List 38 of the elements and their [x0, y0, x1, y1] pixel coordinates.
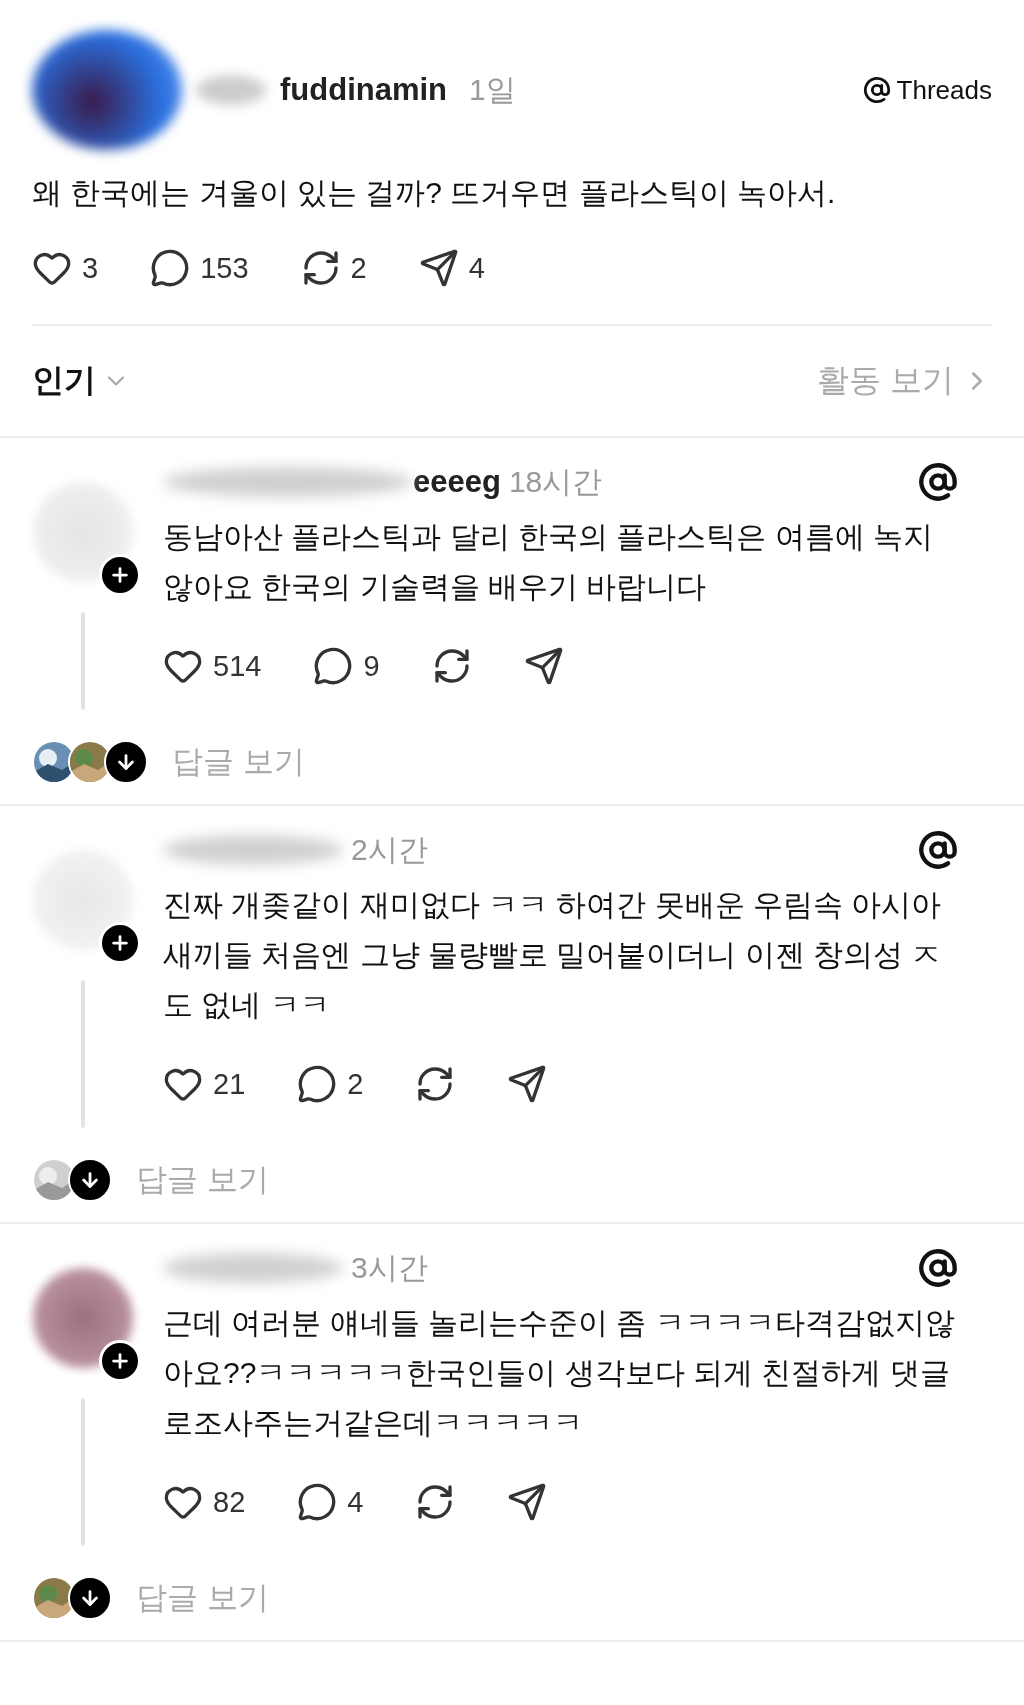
comment-text: 근데 여러분 얘네들 놀리는수준이 좀 ㅋㅋㅋㅋ타격감없지않아요??ㅋㅋㅋㅋㅋ한국인들이 생각보다 되게 친절하게 댓글로조사주는거같은데ㅋㅋㅋㅋㅋ: [163, 1305, 956, 1441]
speech-bubble-icon: [313, 646, 354, 686]
like-button[interactable]: 514: [163, 646, 262, 686]
threads-link[interactable]: Threads: [862, 74, 992, 106]
reply-button[interactable]: 2: [297, 1064, 364, 1104]
share-button[interactable]: [507, 1064, 548, 1104]
speech-bubble-icon: [297, 1064, 338, 1104]
threads-logo-icon: [918, 462, 958, 502]
paper-plane-icon: [507, 1482, 548, 1522]
redaction-blur: [196, 75, 266, 105]
speech-bubble-icon: [297, 1482, 338, 1522]
like-button[interactable]: 3: [32, 248, 99, 288]
reply-button[interactable]: 4: [297, 1482, 364, 1522]
sort-dropdown[interactable]: 인기: [32, 359, 130, 403]
paper-plane-icon: [418, 248, 459, 288]
reply-button[interactable]: 153: [150, 248, 249, 288]
post-time: 1일: [469, 71, 516, 108]
reply-button[interactable]: 9: [313, 646, 380, 686]
username[interactable]: eeeeg: [413, 464, 501, 500]
comment-text: 동남아산 플라스틱과 달리 한국의 플라스틱은 여름에 녹지 않아요 한국의 기술력을 배우기 바랍니다: [163, 519, 934, 605]
threads-logo-icon: [862, 76, 891, 104]
comment-text: 진짜 개좆같이 재미없다 ㅋㅋ 하여간 못배운 우림속 아시아 새끼들 처음엔 그냥 물량빨로 밀어붙이더니 이젠 창의성 ㅈ도 없네 ㅋㅋ: [163, 887, 943, 1023]
threads-logo-icon: [918, 830, 958, 870]
share-button[interactable]: [507, 1482, 548, 1522]
paper-plane-icon: [507, 1064, 548, 1104]
share-button[interactable]: [523, 646, 564, 686]
comment-time: 18시간: [508, 463, 603, 500]
comment-time: 3시간: [351, 1249, 428, 1286]
share-button[interactable]: 4: [418, 248, 485, 288]
threads-logo-icon: [918, 1248, 958, 1288]
post-text: 왜 한국에는 겨울이 있는 걸까? 뜨거우면 플라스틱이 녹아서.: [32, 175, 837, 211]
paper-plane-icon: [523, 646, 564, 686]
username[interactable]: fuddinamin: [280, 72, 448, 108]
like-button[interactable]: 21: [163, 1064, 246, 1104]
repost-button[interactable]: 2: [300, 248, 367, 288]
speech-bubble-icon: [150, 248, 191, 288]
comment-time: 2시간: [351, 831, 428, 868]
like-button[interactable]: 82: [163, 1482, 246, 1522]
